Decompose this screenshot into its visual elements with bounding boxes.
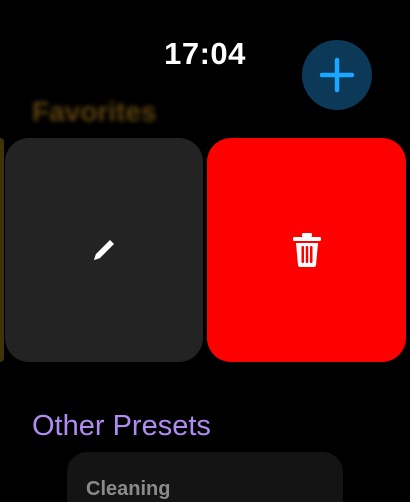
delete-button[interactable]: [207, 138, 406, 362]
preset-label: Cleaning: [86, 478, 171, 500]
edit-button[interactable]: [5, 138, 203, 362]
plus-icon: [319, 57, 355, 93]
preset-item-cleaning[interactable]: Cleaning: [67, 452, 343, 502]
favorites-section-title: Favorites: [32, 96, 157, 127]
trash-icon: [292, 233, 321, 267]
add-button[interactable]: [302, 40, 372, 110]
pencil-icon: [94, 240, 114, 260]
other-presets-title: Other Presets: [32, 410, 211, 442]
previous-tile-edge: [0, 138, 4, 362]
